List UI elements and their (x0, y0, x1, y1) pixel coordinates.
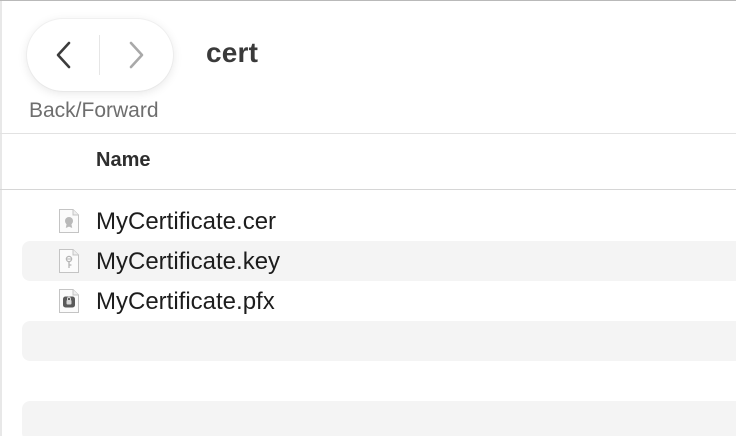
window-edge (0, 1, 2, 436)
file-row-key[interactable]: MyCertificate.key (22, 241, 736, 281)
file-list: MyCertificate.cer MyCertificate.key MyCe… (22, 201, 736, 436)
chevron-left-icon (56, 41, 71, 69)
empty-row (22, 321, 736, 361)
file-name: MyCertificate.key (96, 248, 281, 275)
file-row-pfx[interactable]: MyCertificate.pfx (22, 281, 736, 321)
certificate-file-icon (59, 209, 79, 233)
back-forward-control (27, 19, 173, 91)
key-file-icon (59, 249, 79, 273)
empty-row (22, 401, 736, 436)
window-title: cert (206, 37, 259, 68)
back-button[interactable] (28, 19, 100, 91)
column-header-name[interactable]: Name (96, 149, 150, 172)
forward-button[interactable] (100, 19, 172, 91)
finder-window: cert Back/Forward Name MyCertificate.cer (0, 0, 736, 436)
file-name: MyCertificate.pfx (96, 288, 275, 315)
back-forward-caption: Back/Forward (29, 99, 159, 122)
file-row-cer[interactable]: MyCertificate.cer (22, 201, 736, 241)
pfx-file-icon (59, 289, 79, 313)
column-header: Name (0, 134, 736, 189)
chevron-right-icon (129, 41, 144, 69)
empty-row (22, 361, 736, 401)
column-header-divider (0, 189, 736, 190)
file-name: MyCertificate.cer (96, 208, 277, 235)
